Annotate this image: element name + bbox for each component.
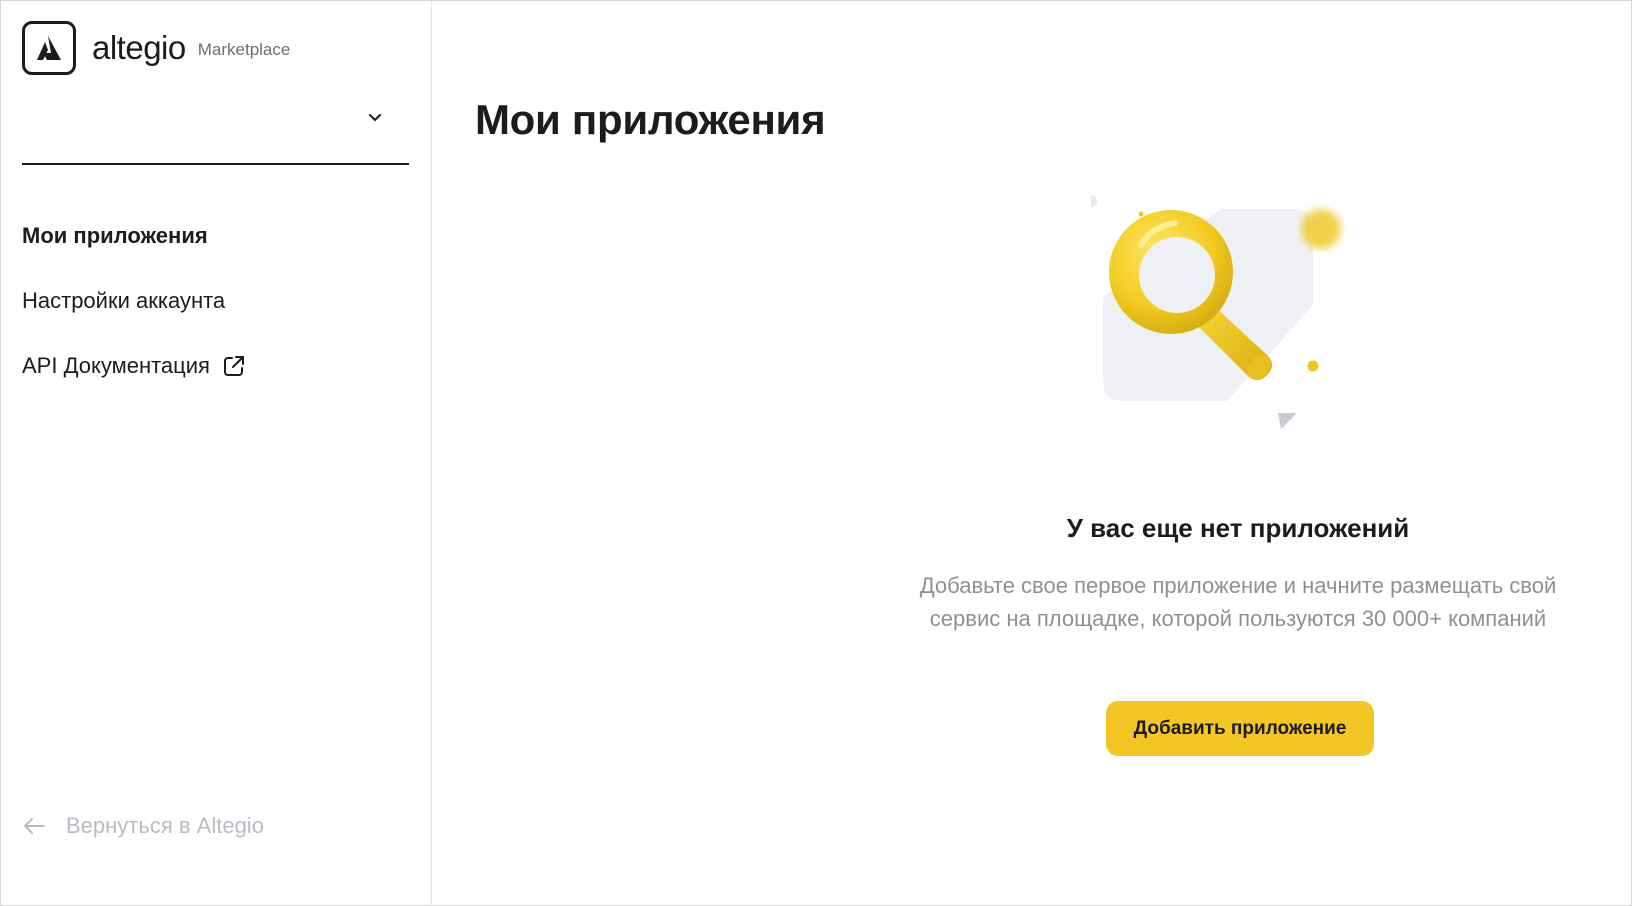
external-link-icon xyxy=(223,356,244,376)
altegio-logo-icon xyxy=(22,21,76,75)
magnifier-illustration xyxy=(1091,195,1341,429)
page-title: Мои приложения xyxy=(475,96,826,143)
sidebar-nav: Мои приложения Настройки аккаунта API До… xyxy=(22,216,246,411)
sidebar-item-label: Настройки аккаунта xyxy=(22,288,226,313)
brand-name: altegio xyxy=(92,29,186,66)
add-app-button[interactable]: Добавить приложение xyxy=(1106,701,1374,756)
chevron-down-icon xyxy=(369,114,381,121)
brand-product: Marketplace xyxy=(197,40,291,59)
arrow-left-icon xyxy=(24,818,45,834)
empty-state-description: Добавьте свое первое приложение и начнит… xyxy=(877,569,1599,635)
sidebar-item-my-apps[interactable]: Мои приложения xyxy=(22,216,246,256)
sidebar-item-account-settings[interactable]: Настройки аккаунта xyxy=(22,281,246,321)
logo[interactable]: altegio Marketplace xyxy=(22,21,290,75)
sidebar-item-label: API Документация xyxy=(22,353,210,378)
empty-state-description-line: сервис на площадке, которой пользуются 3… xyxy=(929,606,1547,631)
back-to-altegio-link[interactable]: Вернуться в Altegio xyxy=(22,813,264,839)
sidebar-item-api-docs[interactable]: API Документация xyxy=(22,346,246,386)
account-select[interactable] xyxy=(22,97,409,165)
empty-state-title: У вас еще нет приложений xyxy=(1066,513,1410,543)
sidebar: altegio Marketplace Мои приложения Настр… xyxy=(1,1,432,905)
back-link-label: Вернуться в Altegio xyxy=(66,813,264,838)
empty-state-description-line: Добавьте свое первое приложение и начнит… xyxy=(919,573,1557,598)
sidebar-item-label: Мои приложения xyxy=(22,223,208,248)
app-window: altegio Marketplace Мои приложения Настр… xyxy=(0,0,1632,906)
